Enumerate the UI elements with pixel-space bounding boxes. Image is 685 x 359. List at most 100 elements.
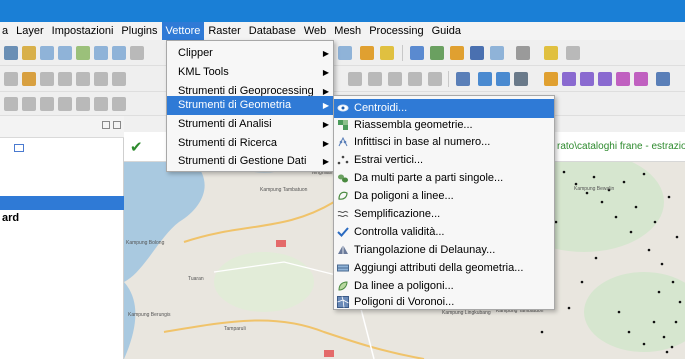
menu-poligoni-voronoi[interactable]: Poligoni di Voronoi... — [334, 293, 554, 312]
identify-icon[interactable] — [410, 46, 424, 60]
undo-icon[interactable] — [408, 72, 422, 86]
road-shield-icon — [324, 350, 334, 357]
label-extra-icon[interactable] — [656, 72, 670, 86]
toolbar-navigation — [0, 40, 685, 66]
attribute-table-icon[interactable] — [338, 46, 352, 60]
menu-mesh[interactable]: Mesh — [330, 22, 365, 40]
delete-ring-icon[interactable] — [94, 97, 108, 111]
simplify-icon — [337, 208, 349, 220]
menu-kml-tools[interactable]: KML Tools ▶ — [167, 63, 333, 82]
open-calculator-icon[interactable] — [430, 46, 444, 60]
menu-bar: a Layer Impostazioni Plugins Vettore Ras… — [0, 22, 685, 40]
menu-triangolazione-delaunay[interactable]: Triangolazione di Delaunay... — [334, 241, 554, 260]
panel-float-icon[interactable] — [102, 121, 110, 129]
filter-icon[interactable] — [14, 144, 24, 152]
menu-item-label: Strumenti di Gestione Dati — [178, 155, 307, 167]
annotation-icon[interactable] — [516, 46, 530, 60]
map-tips-icon[interactable] — [544, 46, 558, 60]
menu-item-label: Estrai vertici... — [354, 154, 424, 166]
menu-vettore[interactable]: Vettore — [161, 22, 205, 40]
centroids-icon — [337, 102, 349, 114]
menu-item-label: Triangolazione di Delaunay... — [354, 244, 496, 256]
menu-item-label: Poligoni di Voronoi... — [354, 296, 455, 308]
menu-item-label: Controlla validità... — [354, 226, 445, 238]
multipart-icon — [337, 172, 349, 184]
deselect-icon[interactable] — [380, 46, 394, 60]
select-features-icon[interactable] — [360, 46, 374, 60]
simplify-tool-icon[interactable] — [22, 97, 36, 111]
delete-icon[interactable] — [112, 72, 126, 86]
menu-guida[interactable]: Guida — [428, 22, 465, 40]
edit-icon[interactable] — [4, 72, 18, 86]
redo-icon[interactable] — [428, 72, 442, 86]
menu-plugins[interactable]: Plugins — [117, 22, 161, 40]
menu-clipper[interactable]: Clipper ▶ — [167, 44, 333, 63]
layer-label[interactable]: ard — [2, 212, 19, 224]
label-style-icon[interactable] — [616, 72, 630, 86]
rotate-icon[interactable] — [4, 97, 18, 111]
zoom-selection-icon[interactable] — [112, 46, 126, 60]
menu-multi-parte[interactable]: Da multi parte a parti singole... — [334, 169, 554, 188]
paste-icon[interactable] — [388, 72, 402, 86]
menu-infittisci[interactable]: Infittisci in base al numero... — [334, 133, 554, 152]
menu-item-prev[interactable]: a — [0, 22, 12, 40]
database-icon[interactable] — [456, 72, 470, 86]
add-feature-icon[interactable] — [58, 72, 72, 86]
label-change-icon[interactable] — [598, 72, 612, 86]
zoom-layer-icon[interactable] — [94, 46, 108, 60]
label-show-icon[interactable] — [580, 72, 594, 86]
submenu-arrow-icon: ▶ — [322, 49, 329, 58]
copy-icon[interactable] — [368, 72, 382, 86]
zoom-full-icon[interactable] — [76, 46, 90, 60]
label-rotate-icon[interactable] — [514, 72, 528, 86]
toolbar-icon[interactable] — [4, 46, 18, 60]
menu-poligoni-linee[interactable]: Da poligoni a linee... — [334, 187, 554, 206]
panel-close-icon[interactable] — [113, 121, 121, 129]
menu-strumenti-ricerca[interactable]: Strumenti di Ricerca ▶ — [167, 134, 333, 153]
map-label: Kampung Berungis — [128, 312, 171, 318]
add-ring-icon[interactable] — [40, 97, 54, 111]
diagram-icon[interactable] — [562, 72, 576, 86]
sum-icon[interactable] — [470, 46, 484, 60]
menu-aggiungi-attributi[interactable]: Aggiungi attributi della geometria... — [334, 259, 554, 278]
vettore-dropdown-menu: Clipper ▶ KML Tools ▶ Strumenti di Geopr… — [166, 40, 334, 172]
label-property-icon[interactable] — [634, 72, 648, 86]
label-move-icon[interactable] — [544, 72, 558, 86]
vertex-tool-icon[interactable] — [94, 72, 108, 86]
submenu-arrow-icon: ▶ — [322, 157, 329, 166]
selected-layer-row[interactable] — [0, 196, 124, 210]
zoom-last-icon[interactable] — [130, 46, 144, 60]
menu-semplificazione[interactable]: Semplificazione... — [334, 205, 554, 224]
map-label: Tamparuli — [224, 326, 246, 332]
add-part-icon[interactable] — [58, 97, 72, 111]
measure-icon[interactable] — [490, 46, 504, 60]
map-label: Kampung Bolong — [126, 240, 165, 246]
settings-icon[interactable] — [450, 46, 464, 60]
layers-panel-header — [0, 116, 124, 138]
menu-database[interactable]: Database — [245, 22, 300, 40]
layers-panel: ard — [0, 116, 124, 359]
pencil-icon[interactable] — [22, 72, 36, 86]
pan-icon[interactable] — [22, 46, 36, 60]
save-edits-icon[interactable] — [40, 72, 54, 86]
menu-strumenti-geometria[interactable]: Strumenti di Geometria ▶ — [167, 96, 333, 115]
message-path-text: rato\cataloghi frane - estrazione ev — [557, 141, 685, 152]
reshape-icon[interactable] — [112, 97, 126, 111]
menu-layer[interactable]: Layer — [12, 22, 48, 40]
label-pin-icon[interactable] — [496, 72, 510, 86]
bookmark-icon[interactable] — [566, 46, 580, 60]
menu-strumenti-gestione-dati[interactable]: Strumenti di Gestione Dati ▶ — [167, 152, 333, 171]
menu-impostazioni[interactable]: Impostazioni — [48, 22, 118, 40]
menu-strumenti-analisi[interactable]: Strumenti di Analisi ▶ — [167, 115, 333, 134]
zoom-out-icon[interactable] — [58, 46, 72, 60]
cut-icon[interactable] — [348, 72, 362, 86]
menu-web[interactable]: Web — [300, 22, 330, 40]
menu-estrai-vertici[interactable]: Estrai vertici... — [334, 151, 554, 170]
zoom-in-icon[interactable] — [40, 46, 54, 60]
fill-ring-icon[interactable] — [76, 97, 90, 111]
label-icon[interactable] — [478, 72, 492, 86]
menu-raster[interactable]: Raster — [204, 22, 244, 40]
move-feature-icon[interactable] — [76, 72, 90, 86]
menu-processing[interactable]: Processing — [365, 22, 427, 40]
menu-controlla-validita[interactable]: Controlla validità... — [334, 223, 554, 242]
